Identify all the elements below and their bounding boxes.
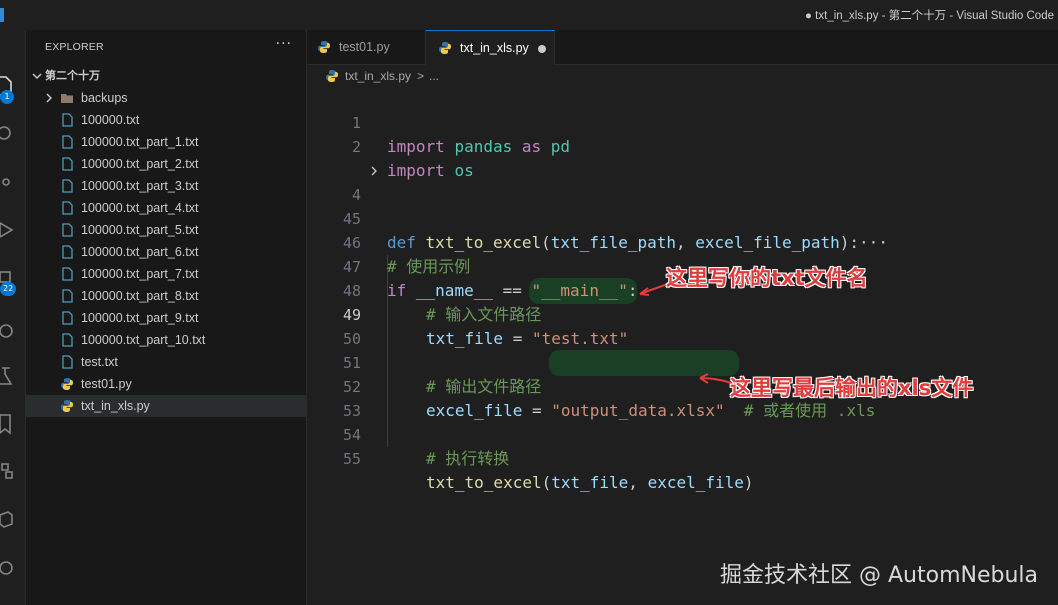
breadcrumb-file[interactable]: txt_in_xls.py bbox=[345, 65, 411, 87]
text-file-icon bbox=[62, 179, 73, 193]
code-line: 47 if __name__ == "__main__": bbox=[342, 258, 638, 300]
text-file-icon bbox=[62, 311, 73, 325]
openai-icon[interactable] bbox=[0, 556, 16, 580]
code-line: 4 def txt_to_excel(txt_file_path, excel_… bbox=[307, 159, 1058, 252]
tree-item-file[interactable]: 100000.txt_part_1.txt bbox=[26, 131, 306, 153]
text-file-icon bbox=[62, 289, 73, 303]
vscode-logo-icon bbox=[0, 8, 4, 22]
tab-txt-in-xls[interactable]: txt_in_xls.py bbox=[425, 30, 555, 65]
folder-icon bbox=[61, 94, 73, 103]
editor-area: test01.py txt_in_xls.py txt_in_xls.py > … bbox=[307, 30, 1058, 605]
text-file-icon bbox=[62, 333, 73, 347]
search-icon[interactable] bbox=[0, 122, 16, 146]
tree-item-file[interactable]: 100000.txt_part_9.txt bbox=[26, 307, 306, 329]
chevron-down-icon bbox=[32, 73, 42, 79]
tree-item-file[interactable]: 100000.txt bbox=[26, 109, 306, 131]
tree-item-file[interactable]: 100000.txt_part_10.txt bbox=[26, 329, 306, 351]
extensions-badge: 22 bbox=[0, 282, 17, 296]
annotation-xls-output: 这里写最后输出的xls文件 bbox=[730, 376, 974, 400]
text-file-icon bbox=[62, 245, 73, 259]
window-title: ● txt_in_xls.py - 第二个十万 - Visual Studio … bbox=[805, 10, 1054, 22]
explorer-badge: 1 bbox=[0, 90, 14, 104]
chevron-right-icon bbox=[46, 93, 52, 103]
bookmark-icon[interactable] bbox=[0, 412, 16, 436]
testing-icon[interactable] bbox=[0, 364, 16, 388]
python-file-icon bbox=[439, 42, 451, 54]
tree-item-file-selected[interactable]: txt_in_xls.py bbox=[26, 395, 306, 417]
remote-explorer-icon[interactable] bbox=[0, 318, 16, 342]
python-icon[interactable] bbox=[0, 460, 16, 484]
tree-item-file[interactable]: test01.py bbox=[26, 373, 306, 395]
code-line: 2 import os bbox=[351, 138, 474, 180]
fold-chevron-icon[interactable] bbox=[369, 166, 379, 176]
activity-bar: 1 22 bbox=[0, 30, 26, 605]
package-icon[interactable] bbox=[0, 508, 16, 532]
python-file-icon bbox=[61, 378, 73, 390]
tab-bar: test01.py txt_in_xls.py bbox=[307, 30, 1058, 65]
annotation-txt-filename: 这里写你的txt文件名 bbox=[666, 266, 868, 290]
python-file-icon bbox=[61, 400, 73, 412]
tree-item-file[interactable]: 100000.txt_part_8.txt bbox=[26, 285, 306, 307]
breadcrumb: txt_in_xls.py > ... bbox=[307, 65, 1058, 87]
tree-item-file[interactable]: 100000.txt_part_5.txt bbox=[26, 219, 306, 241]
tree-item-file[interactable]: 100000.txt_part_4.txt bbox=[26, 197, 306, 219]
code-line: 50 bbox=[342, 330, 361, 348]
text-file-icon bbox=[62, 157, 73, 171]
tree-item-file[interactable]: 100000.txt_part_2.txt bbox=[26, 153, 306, 175]
text-file-icon bbox=[62, 223, 73, 237]
code-line: 46 # 使用示例 bbox=[342, 234, 471, 276]
text-file-icon bbox=[62, 113, 73, 127]
tree-item-file[interactable]: 100000.txt_part_6.txt bbox=[26, 241, 306, 263]
text-file-icon bbox=[62, 355, 73, 369]
explorer-header: EXPLORER bbox=[45, 41, 104, 53]
code-line: 1 import pandas as pd bbox=[351, 114, 571, 156]
code-line: 55 txt_to_excel(txt_file, excel_file) bbox=[342, 450, 754, 492]
python-file-icon bbox=[326, 70, 338, 82]
watermark: 掘金技术社区 @ AutomNebula bbox=[720, 563, 1038, 588]
text-file-icon bbox=[62, 201, 73, 215]
root-folder[interactable]: 第二个十万 bbox=[26, 65, 306, 87]
unsaved-dot-icon[interactable] bbox=[538, 45, 546, 53]
code-line: 45 bbox=[342, 210, 361, 228]
root-folder-label: 第二个十万 bbox=[45, 70, 100, 82]
text-file-icon bbox=[62, 267, 73, 281]
breadcrumb-separator: > bbox=[417, 69, 425, 83]
tree-item-backups[interactable]: backups bbox=[26, 87, 306, 109]
tree-item-file[interactable]: 100000.txt_part_7.txt bbox=[26, 263, 306, 285]
text-file-icon bbox=[62, 135, 73, 149]
code-line: 54 # 执行转换 bbox=[342, 426, 510, 468]
source-control-icon[interactable] bbox=[0, 170, 16, 194]
tab-test01[interactable]: test01.py bbox=[307, 30, 425, 65]
tree-item-file[interactable]: test.txt bbox=[26, 351, 306, 373]
run-debug-icon[interactable] bbox=[0, 218, 16, 242]
title-bar: ● txt_in_xls.py - 第二个十万 - Visual Studio … bbox=[0, 0, 1058, 30]
tree-item-file[interactable]: 100000.txt_part_3.txt bbox=[26, 175, 306, 197]
code-line: 51 # 输出文件路径 bbox=[342, 354, 542, 396]
breadcrumb-symbol[interactable]: ... bbox=[429, 65, 439, 87]
python-file-icon bbox=[318, 41, 330, 53]
more-actions-icon[interactable]: ··· bbox=[276, 36, 292, 52]
explorer-sidebar: EXPLORER ··· 第二个十万 backups 100000.txt 10… bbox=[26, 30, 307, 605]
